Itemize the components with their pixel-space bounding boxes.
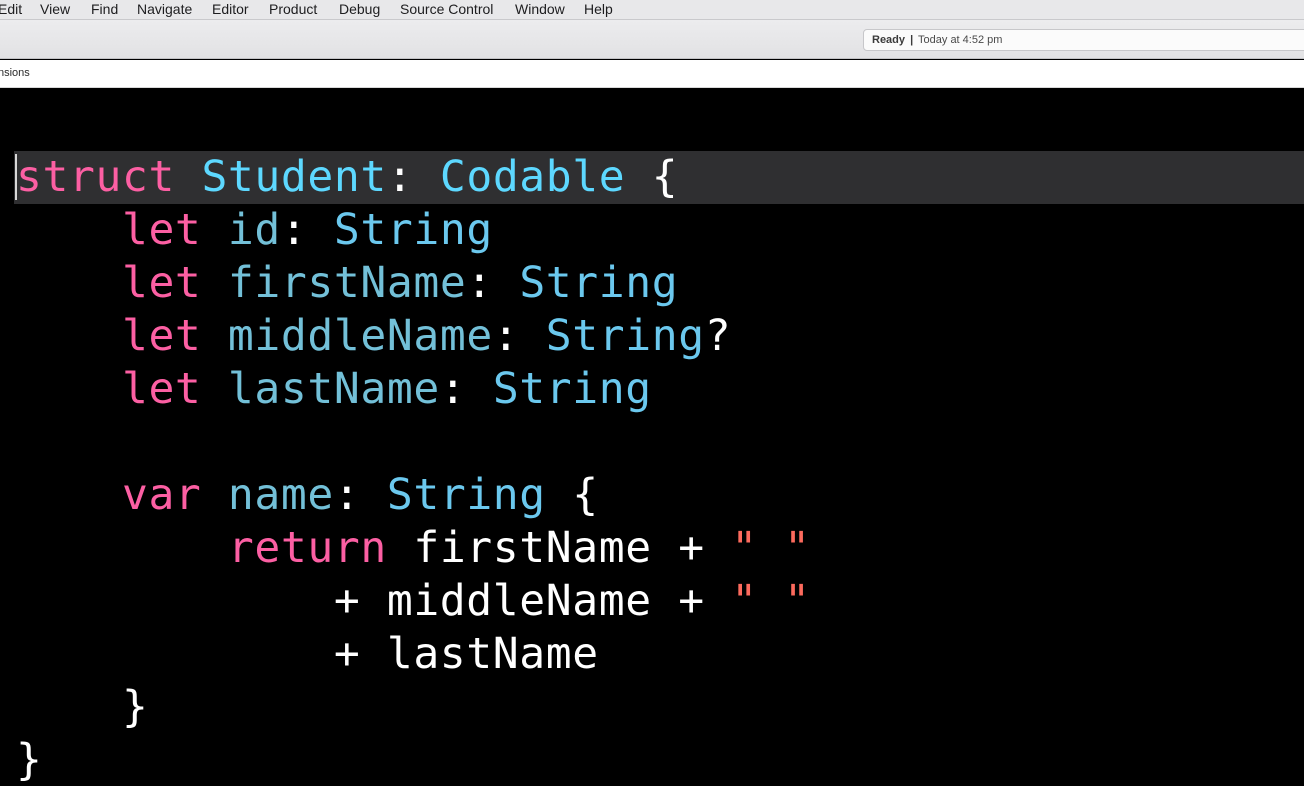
code-token-plain: + lastName [16,629,599,679]
code-token-prop: name [227,470,334,520]
code-token-type: Codable [439,152,626,202]
code-line[interactable]: let lastName: String [16,363,811,416]
code-line[interactable]: struct Student: Codable { [16,151,811,204]
code-token-typeref: String [333,205,493,255]
code-token-plain: ? [704,311,732,361]
code-token-prop: middleName [227,311,493,361]
code-token-kw: let [121,311,202,361]
code-line[interactable]: } [16,681,811,734]
jump-bar: nsions [0,60,1304,88]
menu-source-control[interactable]: Source Control [400,1,493,18]
code-token-typeref: String [492,364,652,414]
code-token-plain: : [280,205,334,255]
code-token-typeref: String [519,258,679,308]
status-timestamp: Today at 4:52 pm [918,34,1003,46]
code-token-prop: lastName [227,364,440,414]
code-token-type: Student [201,152,387,202]
code-token-kw: struct [16,152,175,202]
menu-view[interactable]: View [40,1,70,18]
code-token-kw: var [121,470,202,520]
code-line[interactable]: } [16,734,811,786]
status-separator: | [910,34,914,46]
code-token-plain: : [466,258,520,308]
source-editor[interactable]: struct Student: Codable { let id: String… [0,88,1304,786]
code-line[interactable]: return firstName + " " [16,522,811,575]
menu-find[interactable]: Find [91,1,118,18]
breadcrumb[interactable]: nsions [0,67,30,79]
code-token-plain: : [492,311,546,361]
code-line[interactable]: + lastName [16,628,811,681]
build-status: Ready [872,34,906,46]
code-token-kw: return [227,523,387,573]
code-token-plain: firstName + [386,523,732,573]
menu-bar: Edit View Find Navigate Editor Product D… [0,0,1304,20]
code-token-plain: : [439,364,493,414]
code-token-plain: { [545,470,599,520]
code-token-str: " " [731,523,811,573]
activity-status-view[interactable]: Ready | Today at 4:52 pm [863,29,1304,51]
code-token-plain: } [16,735,43,785]
menu-navigate[interactable]: Navigate [137,1,192,18]
code-token-kw: let [121,205,202,255]
code-token-kw: let [121,364,202,414]
code-token-str: " " [731,576,811,626]
code-token-plain: : [386,152,440,202]
menu-product[interactable]: Product [269,1,317,18]
menu-help[interactable]: Help [584,1,613,18]
code-token-kw: let [121,258,202,308]
code-line[interactable]: let id: String [16,204,811,257]
menu-window[interactable]: Window [515,1,565,18]
code-line[interactable]: + middleName + " " [16,575,811,628]
code-token-prop: id [227,205,281,255]
code-line[interactable]: var name: String { [16,469,811,522]
code-token-typeref: String [386,470,546,520]
code-token-plain: : [333,470,387,520]
code-line[interactable]: let firstName: String [16,257,811,310]
code-token-typeref: String [545,311,705,361]
code-token-plain: + middleName + [16,576,732,626]
menu-edit[interactable]: Edit [0,1,22,18]
code-text[interactable]: struct Student: Codable { let id: String… [16,151,811,786]
code-line[interactable] [16,416,811,469]
code-token-plain: } [16,682,149,732]
code-token-prop: firstName [227,258,467,308]
code-line[interactable]: let middleName: String? [16,310,811,363]
code-token-plain: { [625,152,679,202]
menu-debug[interactable]: Debug [339,1,380,18]
menu-editor[interactable]: Editor [212,1,249,18]
